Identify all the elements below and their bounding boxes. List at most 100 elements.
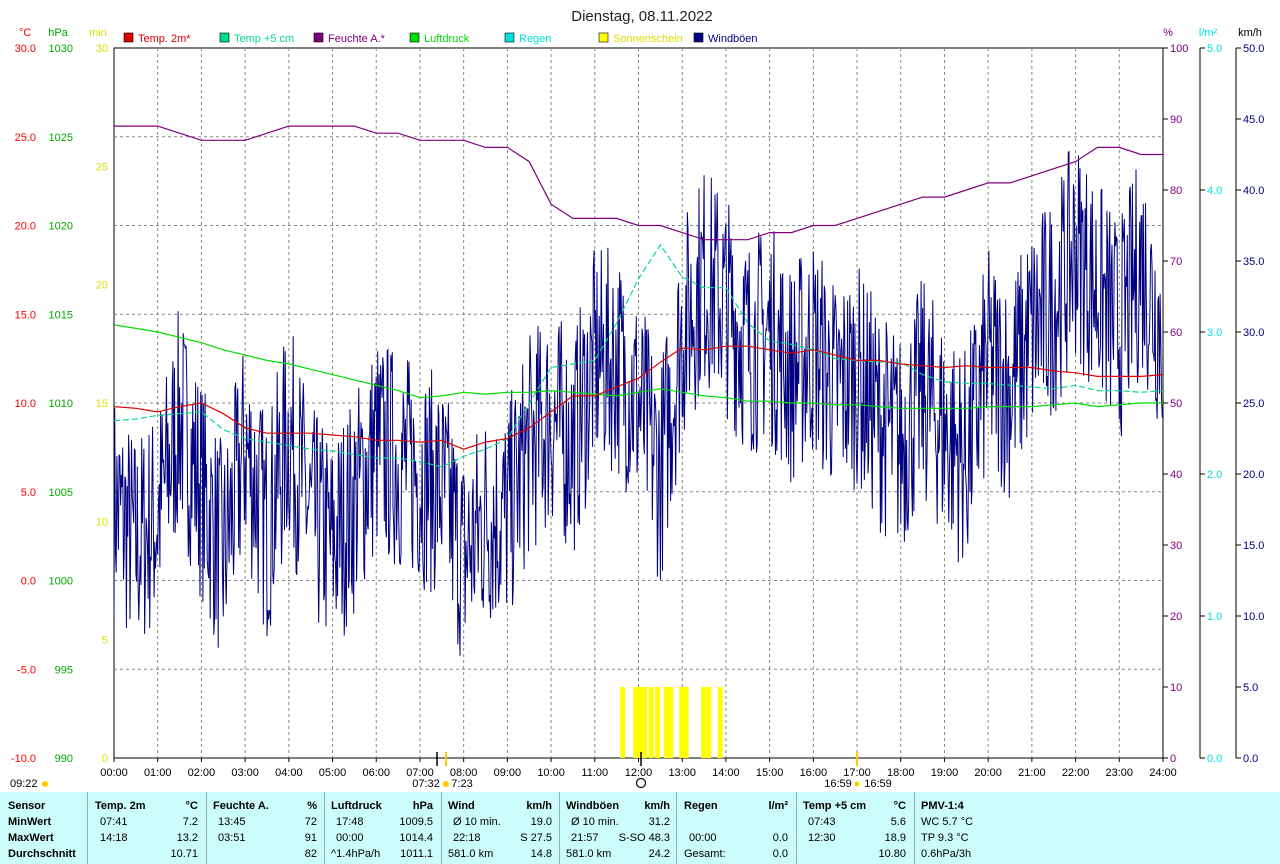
- sunshine-bar: [620, 687, 626, 758]
- sunshine-axis-tick-label: 30: [96, 43, 108, 55]
- x-tick-label: 22:00: [1062, 767, 1090, 779]
- stats-pressure-avg-value: 1011.1: [400, 848, 433, 860]
- stats-gusts-min-time: Ø 10 min.: [571, 816, 619, 828]
- stats-pressure-header: Luftdruck: [331, 800, 382, 812]
- stats-humidity-unit: %: [307, 800, 317, 812]
- x-tick-label: 20:00: [974, 767, 1002, 779]
- pressure-axis-label: hPa: [48, 27, 68, 39]
- legend-label: Regen: [519, 33, 551, 45]
- stats-rain-unit: l/m²: [768, 800, 788, 812]
- sunset-time-b: 16:59: [864, 778, 892, 790]
- sunshine-axis-tick-label: 25: [96, 161, 108, 173]
- pressure-axis-tick-label: 1000: [49, 576, 73, 588]
- stats-pmv-trend: 0.6hPa/3h: [921, 848, 972, 860]
- wind-axis-tick-label: 15.0: [1243, 540, 1264, 552]
- pressure-axis-tick-label: 990: [55, 753, 73, 765]
- stats-temp5cm-min-time: 07:43: [808, 816, 836, 828]
- stats-divider: [206, 792, 207, 864]
- x-tick-label: 00:00: [100, 767, 128, 779]
- legend-swatch: [693, 32, 704, 43]
- legend-label: Temp +5 cm: [234, 33, 294, 45]
- sunshine-axis-label: min: [89, 27, 107, 39]
- corner-sun-icon: [42, 781, 48, 787]
- pressure-axis-tick-label: 1020: [49, 221, 73, 233]
- pressure-axis-tick-label: 1015: [49, 309, 73, 321]
- stats-temp5cm-max-value: 18.9: [884, 832, 906, 844]
- sunrise-icon: [443, 781, 449, 787]
- x-tick-label: 04:00: [275, 767, 303, 779]
- rain-axis-tick-label: 0.0: [1207, 753, 1222, 765]
- temp-axis-tick-label: 0.0: [21, 576, 36, 588]
- legend-swatch: [598, 32, 609, 43]
- wind-axis-tick-label: 50.0: [1243, 43, 1264, 55]
- x-tick-label: 02:00: [188, 767, 216, 779]
- pressure-axis-tick-label: 1005: [49, 487, 73, 499]
- stats-divider: [796, 792, 797, 864]
- sunshine-bar: [706, 687, 712, 758]
- x-tick-label: 21:00: [1018, 767, 1046, 779]
- stats-humidity-min-time: 13:45: [218, 816, 246, 828]
- wind-axis-tick-label: 40.0: [1243, 185, 1264, 197]
- humidity-axis-label: %: [1163, 27, 1173, 39]
- sunshine-bars: [620, 687, 723, 758]
- stats-temp5cm-avg-value: 10.80: [878, 848, 906, 860]
- stats-gusts-max-time: 21:57: [571, 832, 599, 844]
- stats-humidity-max-value: 91: [304, 832, 317, 844]
- sunset-icon: [854, 781, 860, 787]
- stats-gusts-min-value: 31.2: [648, 816, 670, 828]
- weather-chart: Dienstag, 08.11.2022 00:00 01:00 02:00 03:0…: [10, 8, 1264, 790]
- stats-sensor-header: Sensor: [8, 800, 46, 812]
- sunshine-bar: [648, 687, 654, 758]
- stats-rain-avg-note: Gesamt:: [684, 848, 726, 860]
- temp-axis-tick-label: 20.0: [15, 221, 36, 233]
- temp-axis-tick-label: -10.0: [11, 753, 36, 765]
- pressure-axis-tick-label: 1025: [49, 132, 73, 144]
- x-tick-label: 01:00: [144, 767, 172, 779]
- stats-wind-avg-note: 581.0 km: [448, 848, 494, 860]
- stats-humidity-avg-value: 82: [304, 848, 317, 860]
- humidity-axis-tick-label: 40: [1170, 469, 1182, 481]
- legend-label: Feuchte A.*: [328, 33, 386, 45]
- sunshine-bar: [633, 687, 639, 758]
- x-tick-label: 19:00: [931, 767, 959, 779]
- stats-temp-min-value: 7.2: [182, 816, 198, 828]
- stats-temp-min-time: 07:41: [100, 816, 128, 828]
- stats-pressure-unit: hPa: [412, 800, 433, 812]
- temp-axis-tick-label: -5.0: [17, 664, 36, 676]
- stats-temp-max-value: 13.2: [176, 832, 198, 844]
- x-tick-label: 10:00: [537, 767, 565, 779]
- sunrise-time: 07:32: [412, 778, 440, 790]
- wind-axis-label: km/h: [1238, 27, 1262, 39]
- sunshine-bar: [683, 687, 689, 758]
- stats-wind-min-value: 19.0: [530, 816, 552, 828]
- stats-divider: [324, 792, 325, 864]
- stats-wind-avg-value: 14.8: [530, 848, 552, 860]
- stats-gusts-max-value: S-SO 48.3: [618, 832, 670, 844]
- stats-row-label: MinWert: [8, 816, 52, 828]
- stats-temp-unit: °C: [185, 800, 198, 812]
- stats-pressure-avg-note: ^1.4hPa/h: [331, 848, 381, 860]
- stats-humidity-min-value: 72: [304, 816, 317, 828]
- sunshine-axis-tick-label: 20: [96, 280, 108, 292]
- legend-swatch: [123, 32, 134, 43]
- legend-swatch: [313, 32, 324, 43]
- stats-divider: [676, 792, 677, 864]
- x-tick-label: 06:00: [362, 767, 390, 779]
- stats-temp-header: Temp. 2m: [95, 800, 146, 812]
- legend-label: Windböen: [708, 33, 758, 45]
- sunshine-bar: [701, 687, 707, 758]
- pressure-axis-tick-label: 995: [55, 664, 73, 676]
- humidity-axis-tick-label: 20: [1170, 611, 1182, 623]
- sunshine-bar: [642, 687, 648, 758]
- temp-axis-label: °C: [19, 27, 31, 39]
- x-tick-label: 14:00: [712, 767, 740, 779]
- x-tick-label: 24:00: [1149, 767, 1177, 779]
- stats-divider: [441, 792, 442, 864]
- temp-axis-tick-label: 10.0: [15, 398, 36, 410]
- humidity-axis-tick-label: 30: [1170, 540, 1182, 552]
- solar-noon-icon: [635, 777, 647, 789]
- stats-temp5cm-max-time: 12:30: [808, 832, 836, 844]
- wind-axis-tick-label: 5.0: [1243, 682, 1258, 694]
- wind-axis-tick-label: 35.0: [1243, 256, 1264, 268]
- stats-pmv-wc: WC 5.7 °C: [921, 816, 974, 828]
